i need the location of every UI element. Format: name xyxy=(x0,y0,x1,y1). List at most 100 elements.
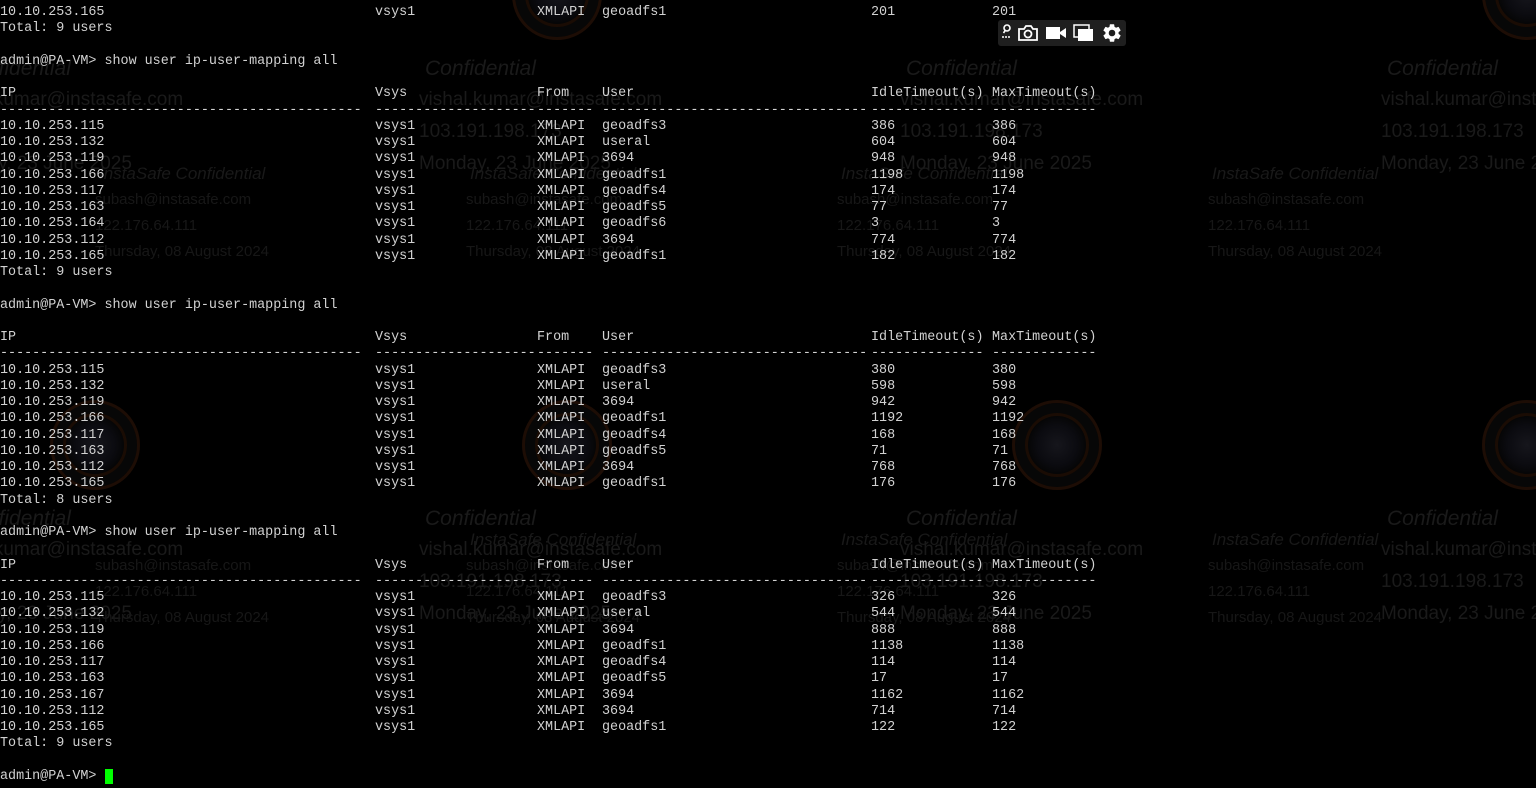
user-cell: geoadfs1 xyxy=(602,167,667,183)
watermark-instasafe: InstaSafe Confidential xyxy=(1212,530,1379,549)
watermark-ip: 122.176.64.111 xyxy=(1208,583,1311,600)
idle-timeout-cell: 948 xyxy=(871,151,896,167)
watermark-instasafe: InstaSafe Confidential xyxy=(1212,164,1379,183)
user-cell: 3694 xyxy=(602,151,635,167)
prompt-text: admin@PA-VM> xyxy=(0,768,105,784)
table-row: 10.10.253.163 vsys1 XMLAPI geoadfs5 77 77 xyxy=(0,200,1200,216)
table-row: 10.10.253.119 vsys1 XMLAPI 3694 948 948 xyxy=(0,151,1200,167)
max-timeout-cell: 122 xyxy=(992,720,1017,735)
idle-timeout-cell: 122 xyxy=(871,720,896,735)
vsys-cell: vsys1 xyxy=(375,411,416,427)
watermark-email: subash@instasafe.com xyxy=(1208,191,1365,208)
separator: ------- xyxy=(537,346,594,362)
from-cell: XMLAPI xyxy=(537,411,586,427)
table-row: 10.10.253.166 vsys1 XMLAPI geoadfs1 1138 1138 xyxy=(0,639,1200,655)
ip-cell: 10.10.253.117 xyxy=(0,427,105,443)
total-line: Total: 8 users xyxy=(0,493,1200,509)
max-timeout-cell: 168 xyxy=(992,427,1017,443)
from-cell: XMLAPI xyxy=(537,638,586,654)
column-header: MaxTimeout(s) xyxy=(992,330,1097,345)
watermark-date: Thursday, 08 August 2024 xyxy=(1208,243,1383,260)
settings-button[interactable] xyxy=(1098,20,1126,46)
from-cell: XMLAPI xyxy=(537,200,586,215)
from-cell: XMLAPI xyxy=(537,216,586,232)
idle-timeout-cell: 768 xyxy=(871,460,896,475)
max-timeout-cell: 201 xyxy=(992,5,1017,20)
column-header: User xyxy=(602,86,635,102)
idle-timeout-cell: 774 xyxy=(871,232,896,248)
column-header: From xyxy=(537,330,570,345)
active-prompt-line[interactable]: admin@PA-VM> xyxy=(0,768,1200,785)
ip-cell: 10.10.253.117 xyxy=(0,183,105,199)
vsys-cell: vsys1 xyxy=(375,378,416,394)
watermark-email: vishal.kumar@instasafe.com xyxy=(1381,89,1536,110)
column-header: From xyxy=(537,557,570,573)
column-header: User xyxy=(602,557,635,573)
separator: -------------- xyxy=(871,102,984,118)
separator: ------------- xyxy=(992,346,1097,362)
column-header: IP xyxy=(0,86,17,102)
table-header-row: IP Vsys From User IdleTimeout(s) MaxTimeout(s… xyxy=(0,86,1200,102)
column-header: IdleTimeout(s) xyxy=(871,557,984,573)
from-cell: XMLAPI xyxy=(537,5,586,20)
total-line: Total: 9 users xyxy=(0,736,1200,752)
max-timeout-cell: 386 xyxy=(992,118,1017,134)
table-row: 10.10.253.165 vsys1 XMLAPI geoadfs1 182 182 xyxy=(0,249,1200,265)
max-timeout-cell: 544 xyxy=(992,606,1017,622)
windows-button[interactable] xyxy=(1070,20,1098,46)
watermark-confidential: Confidential xyxy=(1387,57,1498,80)
idle-timeout-cell: 71 xyxy=(871,443,888,459)
user-cell: geoadfs1 xyxy=(602,638,667,654)
idle-timeout-cell: 201 xyxy=(871,5,896,20)
screenshot-button[interactable] xyxy=(1014,20,1042,46)
pin-button[interactable] xyxy=(998,20,1014,46)
pin-icon xyxy=(1002,24,1011,38)
record-button[interactable] xyxy=(1042,20,1070,46)
separator: ------------- xyxy=(992,102,1097,118)
max-timeout-cell: 768 xyxy=(992,460,1017,475)
separator: ----------------------------------------… xyxy=(0,573,362,589)
user-cell: 3694 xyxy=(602,395,635,410)
table-separator-row: ----------------------------------------… xyxy=(0,103,1200,119)
from-cell: XMLAPI xyxy=(537,590,586,605)
separator: -------------- xyxy=(871,573,984,589)
table-row: 10.10.253.165 vsys1 XMLAPI geoadfs1 176 176 xyxy=(0,476,1200,492)
command-line: admin@PA-VM> show user ip-user-mapping a… xyxy=(0,298,1200,314)
ip-cell: 10.10.253.163 xyxy=(0,200,105,215)
separator: ----------------------------------------… xyxy=(0,102,362,118)
vsys-cell: vsys1 xyxy=(375,687,416,703)
vsys-cell: vsys1 xyxy=(375,606,416,622)
from-cell: XMLAPI xyxy=(537,118,586,134)
table-row: 10.10.253.163 vsys1 XMLAPI geoadfs5 17 17 xyxy=(0,671,1200,687)
max-timeout-cell: 604 xyxy=(992,135,1017,150)
vsys-cell: vsys1 xyxy=(375,671,416,687)
table-row: 10.10.253.166 vsys1 XMLAPI geoadfs1 1192 1192 xyxy=(0,411,1200,427)
max-timeout-cell: 176 xyxy=(992,476,1017,492)
ip-cell: 10.10.253.166 xyxy=(0,167,105,183)
vsys-cell: vsys1 xyxy=(375,427,416,443)
from-cell: XMLAPI xyxy=(537,476,586,492)
separator: -------------- xyxy=(871,346,984,362)
user-cell: geoadfs5 xyxy=(602,671,667,687)
command-line: admin@PA-VM> show user ip-user-mapping a… xyxy=(0,54,1200,70)
from-cell: XMLAPI xyxy=(537,671,586,687)
idle-timeout-cell: 174 xyxy=(871,183,896,199)
max-timeout-cell: 182 xyxy=(992,248,1017,264)
from-cell: XMLAPI xyxy=(537,443,586,459)
separator: --------------------------------- xyxy=(602,102,868,118)
table-header-row: IP Vsys From User IdleTimeout(s) MaxTimeout(s… xyxy=(0,558,1200,574)
vsys-cell: vsys1 xyxy=(375,395,416,410)
watermark-ip: 103.191.198.173 xyxy=(1381,121,1524,142)
vsys-cell: vsys1 xyxy=(375,183,416,199)
max-timeout-cell: 114 xyxy=(992,655,1017,670)
command-text: admin@PA-VM> show user ip-user-mapping a… xyxy=(0,53,338,69)
vsys-cell: vsys1 xyxy=(375,118,416,134)
ip-cell: 10.10.253.119 xyxy=(0,151,105,167)
idle-timeout-cell: 714 xyxy=(871,703,896,719)
instasafe-logo-watermark xyxy=(1482,0,1536,40)
terminal-window[interactable]: Confidential Confidential Confidential C… xyxy=(0,0,1536,788)
table-row: 10.10.253.112 vsys1 XMLAPI 3694 774 774 xyxy=(0,233,1200,249)
separator: --------------------------------- xyxy=(602,346,868,362)
column-header: IdleTimeout(s) xyxy=(871,330,984,345)
